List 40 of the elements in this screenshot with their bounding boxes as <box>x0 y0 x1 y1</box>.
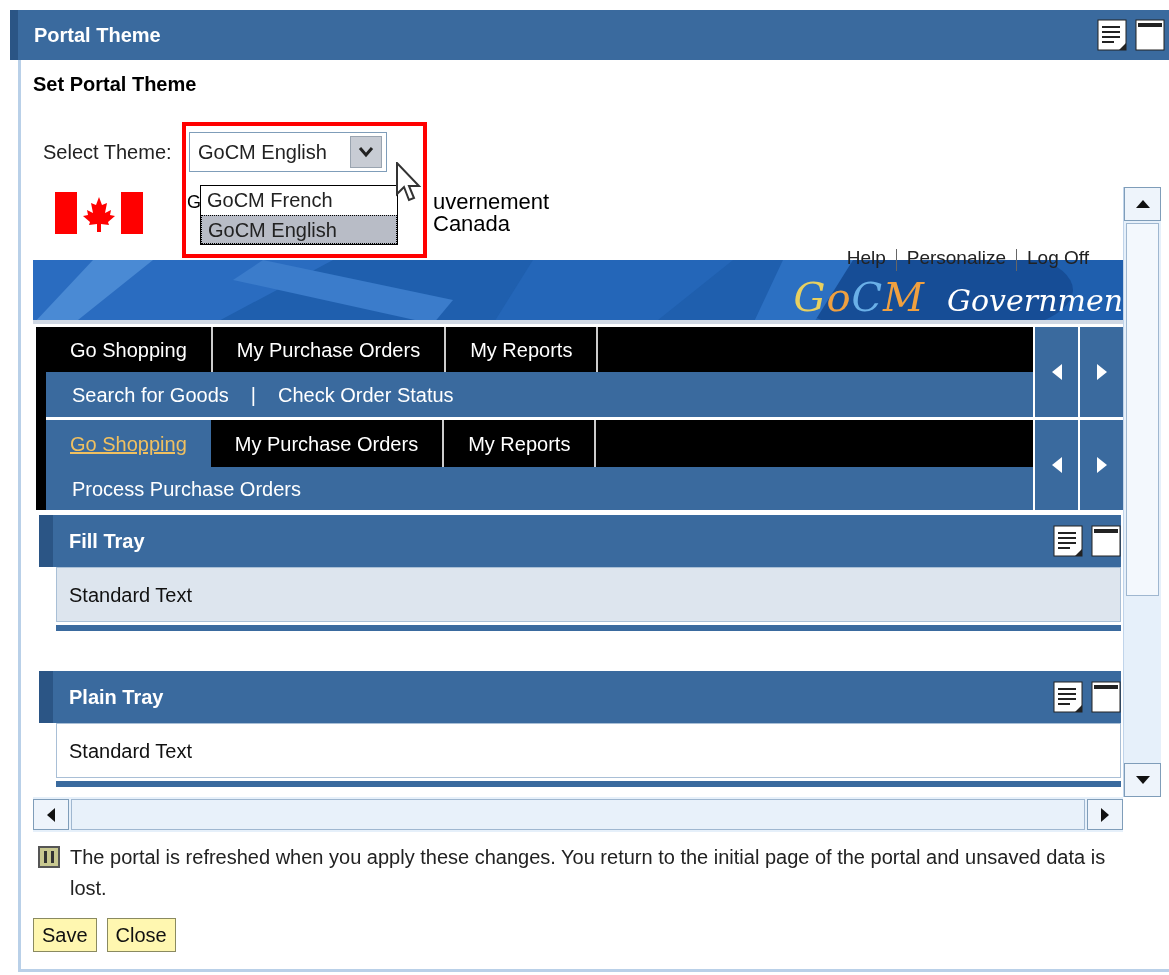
document-icon[interactable] <box>1097 19 1127 51</box>
document-icon[interactable] <box>1053 525 1083 557</box>
tray-text: Standard Text <box>69 582 193 608</box>
logo-text: uvernement <box>433 191 550 213</box>
info-icon <box>38 846 60 868</box>
minimize-icon[interactable] <box>1091 681 1121 713</box>
scrollbar-thumb[interactable] <box>71 799 1085 830</box>
scroll-down-button[interactable] <box>1124 763 1161 797</box>
sub-nav-link[interactable]: Search for Goods <box>72 379 229 410</box>
caret-left-icon[interactable] <box>47 807 55 822</box>
action-button[interactable]: Save <box>33 918 97 952</box>
scroll-left-button[interactable] <box>33 799 69 830</box>
logo-text: G <box>187 191 201 213</box>
section-title: Set Portal Theme <box>33 72 198 96</box>
field-label: Select Theme: <box>43 140 173 165</box>
brand-tagline: Governmen <box>947 282 1123 320</box>
theme-select[interactable]: GoCM English <box>189 132 387 172</box>
action-button[interactable]: Close <box>106 918 176 952</box>
tray-title: Fill Tray <box>69 529 146 554</box>
tray-title: Plain Tray <box>69 685 165 710</box>
tray-text: Standard Text <box>69 738 193 764</box>
sub-nav-link[interactable]: Process Purchase Orders <box>72 473 301 504</box>
document-icon[interactable] <box>1053 681 1083 713</box>
scroll-right-button[interactable] <box>1087 799 1123 830</box>
caret-down-icon[interactable] <box>1135 776 1150 784</box>
sub-nav-link[interactable]: Check Order Status <box>277 379 454 410</box>
dropdown-option[interactable]: GoCM French <box>201 186 397 215</box>
info-message: The portal is refreshed when you apply these changes. You return to the initial page of the portal and unsaved data is lost. <box>70 845 1107 901</box>
caret-right-icon[interactable] <box>1101 807 1109 822</box>
logo-text: Canada <box>433 213 512 235</box>
caret-up-icon[interactable] <box>1135 200 1150 208</box>
panel-title: Portal Theme <box>34 23 162 48</box>
dropdown-option[interactable]: GoCM English <box>201 215 397 244</box>
link-separator: | <box>250 382 256 408</box>
brand-logo: GoCM <box>793 276 926 318</box>
minimize-icon[interactable] <box>1091 525 1121 557</box>
flag-icon <box>55 192 143 234</box>
scroll-up-button[interactable] <box>1124 187 1161 221</box>
minimize-icon[interactable] <box>1135 19 1165 51</box>
scrollbar-thumb[interactable] <box>1126 223 1159 596</box>
